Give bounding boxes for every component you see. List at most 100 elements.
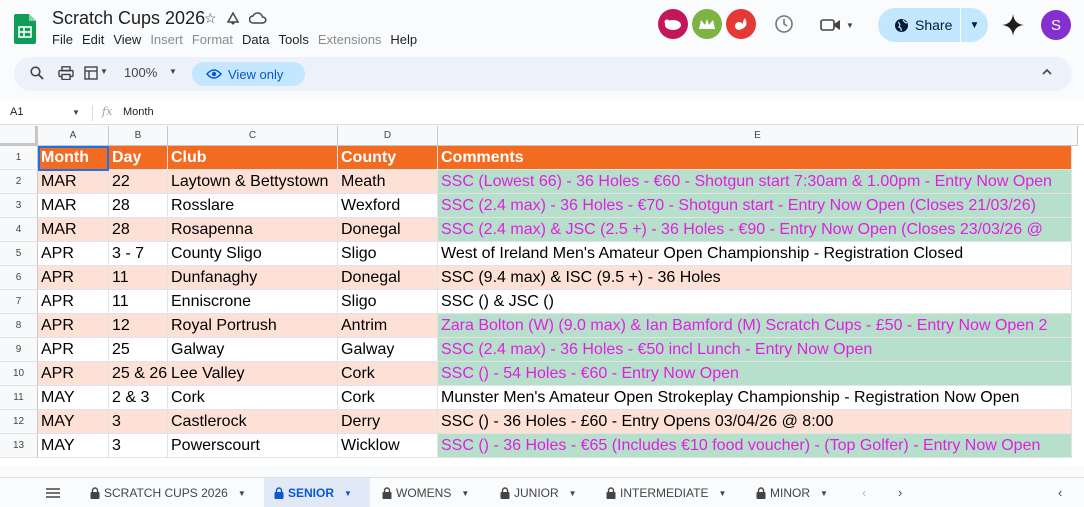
header-cell[interactable]: County — [338, 146, 438, 170]
club-cell[interactable]: Dunfanaghy — [168, 266, 338, 290]
month-cell[interactable]: APR — [38, 362, 109, 386]
scroll-tabs-left-icon[interactable]: ‹ — [862, 485, 866, 500]
star-icon[interactable]: ☆ — [204, 10, 217, 27]
comments-cell[interactable]: West of Ireland Men's Amateur Open Champ… — [438, 242, 1072, 266]
county-cell[interactable]: Donegal — [338, 218, 438, 242]
header-cell[interactable]: Comments — [438, 146, 1072, 170]
view-only-button[interactable]: View only — [192, 62, 305, 86]
format-icon[interactable] — [84, 66, 98, 80]
month-cell[interactable]: APR — [38, 338, 109, 362]
club-cell[interactable]: Castlerock — [168, 410, 338, 434]
day-cell[interactable]: 11 — [109, 290, 168, 314]
column-header-a[interactable]: A — [38, 126, 109, 146]
row-header[interactable]: 8 — [0, 314, 38, 338]
name-box[interactable]: A1 — [10, 106, 23, 118]
collaborator-avatar[interactable] — [726, 9, 756, 39]
row-header[interactable]: 12 — [0, 410, 38, 434]
county-cell[interactable]: Sligo — [338, 290, 438, 314]
club-cell[interactable]: Rosslare — [168, 194, 338, 218]
chevron-down-icon[interactable]: ▼ — [569, 489, 577, 498]
comments-cell[interactable]: Munster Men's Amateur Open Strokeplay Ch… — [438, 386, 1072, 410]
sheet-tab[interactable]: SENIOR ▼ — [264, 478, 370, 507]
comments-cell[interactable]: SSC () - 54 Holes - €60 - Entry Now Open — [438, 362, 1072, 386]
month-cell[interactable]: MAR — [38, 194, 109, 218]
zoom-select[interactable]: 100% — [124, 65, 157, 80]
row-header[interactable]: 5 — [0, 242, 38, 266]
day-cell[interactable]: 11 — [109, 266, 168, 290]
row-header[interactable]: 13 — [0, 434, 38, 458]
move-to-folder-icon[interactable] — [225, 10, 241, 26]
print-icon[interactable] — [58, 66, 74, 80]
month-cell[interactable]: MAY — [38, 410, 109, 434]
chevron-down-icon[interactable]: ▼ — [820, 489, 828, 498]
month-cell[interactable]: MAY — [38, 434, 109, 458]
county-cell[interactable]: Meath — [338, 170, 438, 194]
column-header-d[interactable]: D — [338, 126, 438, 146]
county-cell[interactable]: Derry — [338, 410, 438, 434]
sheet-tab[interactable]: SCRATCH CUPS 2026 ▼ — [80, 478, 264, 507]
county-cell[interactable]: Antrim — [338, 314, 438, 338]
month-cell[interactable]: MAY — [38, 386, 109, 410]
comments-cell[interactable]: SSC (9.4 max) & ISC (9.5 +) - 36 Holes — [438, 266, 1072, 290]
county-cell[interactable]: Sligo — [338, 242, 438, 266]
menu-extensions[interactable]: Extensions — [318, 32, 382, 47]
county-cell[interactable]: Donegal — [338, 266, 438, 290]
sheet-tab[interactable]: JUNIOR ▼ — [490, 478, 594, 507]
day-cell[interactable]: 28 — [109, 194, 168, 218]
sheet-tab[interactable]: MINOR ▼ — [746, 478, 846, 507]
club-cell[interactable]: Laytown & Bettystown — [168, 170, 338, 194]
collaborator-avatar[interactable] — [692, 9, 722, 39]
scroll-tabs-right-icon[interactable]: › — [898, 485, 902, 500]
chevron-down-icon[interactable]: ▼ — [72, 108, 80, 117]
month-cell[interactable]: APR — [38, 314, 109, 338]
day-cell[interactable]: 3 — [109, 410, 168, 434]
comments-cell[interactable]: SSC (Lowest 66) - 36 Holes - €60 - Shotg… — [438, 170, 1072, 194]
column-header-e[interactable]: E — [438, 126, 1078, 146]
month-cell[interactable]: MAR — [38, 170, 109, 194]
comments-cell[interactable]: SSC () & JSC () — [438, 290, 1072, 314]
version-history-icon[interactable] — [772, 12, 796, 36]
month-cell[interactable]: APR — [38, 290, 109, 314]
comments-cell[interactable]: SSC () - 36 Holes - €65 (Includes €10 fo… — [438, 434, 1072, 458]
club-cell[interactable]: Royal Portrush — [168, 314, 338, 338]
chevron-up-icon[interactable] — [1040, 65, 1054, 79]
meet-button[interactable]: ▼ — [820, 13, 862, 37]
gemini-icon[interactable] — [1002, 14, 1024, 36]
menu-file[interactable]: File — [52, 32, 73, 47]
row-header[interactable]: 9 — [0, 338, 38, 362]
club-cell[interactable]: Enniscrone — [168, 290, 338, 314]
collaborator-avatar[interactable] — [658, 9, 688, 39]
comments-cell[interactable]: SSC () - 36 Holes - £60 - Entry Opens 03… — [438, 410, 1072, 434]
share-options-button[interactable]: ▼ — [961, 20, 988, 31]
user-avatar[interactable]: S — [1041, 10, 1071, 40]
row-header[interactable]: 4 — [0, 218, 38, 242]
club-cell[interactable]: Lee Valley — [168, 362, 338, 386]
county-cell[interactable]: Galway — [338, 338, 438, 362]
day-cell[interactable]: 25 & 26 — [109, 362, 168, 386]
day-cell[interactable]: 22 — [109, 170, 168, 194]
menu-help[interactable]: Help — [390, 32, 417, 47]
formula-input[interactable]: Month — [123, 106, 154, 118]
menu-tools[interactable]: Tools — [278, 32, 308, 47]
column-header-c[interactable]: C — [168, 126, 338, 146]
club-cell[interactable]: County Sligo — [168, 242, 338, 266]
county-cell[interactable]: Wicklow — [338, 434, 438, 458]
county-cell[interactable]: Cork — [338, 362, 438, 386]
month-cell[interactable]: APR — [38, 266, 109, 290]
all-sheets-menu-icon[interactable] — [46, 488, 60, 498]
chevron-down-icon[interactable]: ▼ — [718, 489, 726, 498]
document-title[interactable]: Scratch Cups 2026 — [52, 8, 205, 29]
chevron-down-icon[interactable]: ▼ — [344, 489, 352, 498]
club-cell[interactable]: Rosapenna — [168, 218, 338, 242]
day-cell[interactable]: 2 & 3 — [109, 386, 168, 410]
chevron-down-icon[interactable]: ▼ — [100, 67, 108, 76]
row-header[interactable]: 2 — [0, 170, 38, 194]
search-icon[interactable] — [30, 66, 44, 80]
day-cell[interactable]: 25 — [109, 338, 168, 362]
menu-format[interactable]: Format — [192, 32, 233, 47]
chevron-down-icon[interactable]: ▼ — [169, 67, 177, 76]
club-cell[interactable]: Powerscourt — [168, 434, 338, 458]
club-cell[interactable]: Cork — [168, 386, 338, 410]
month-cell[interactable]: MAR — [38, 218, 109, 242]
row-header[interactable]: 11 — [0, 386, 38, 410]
